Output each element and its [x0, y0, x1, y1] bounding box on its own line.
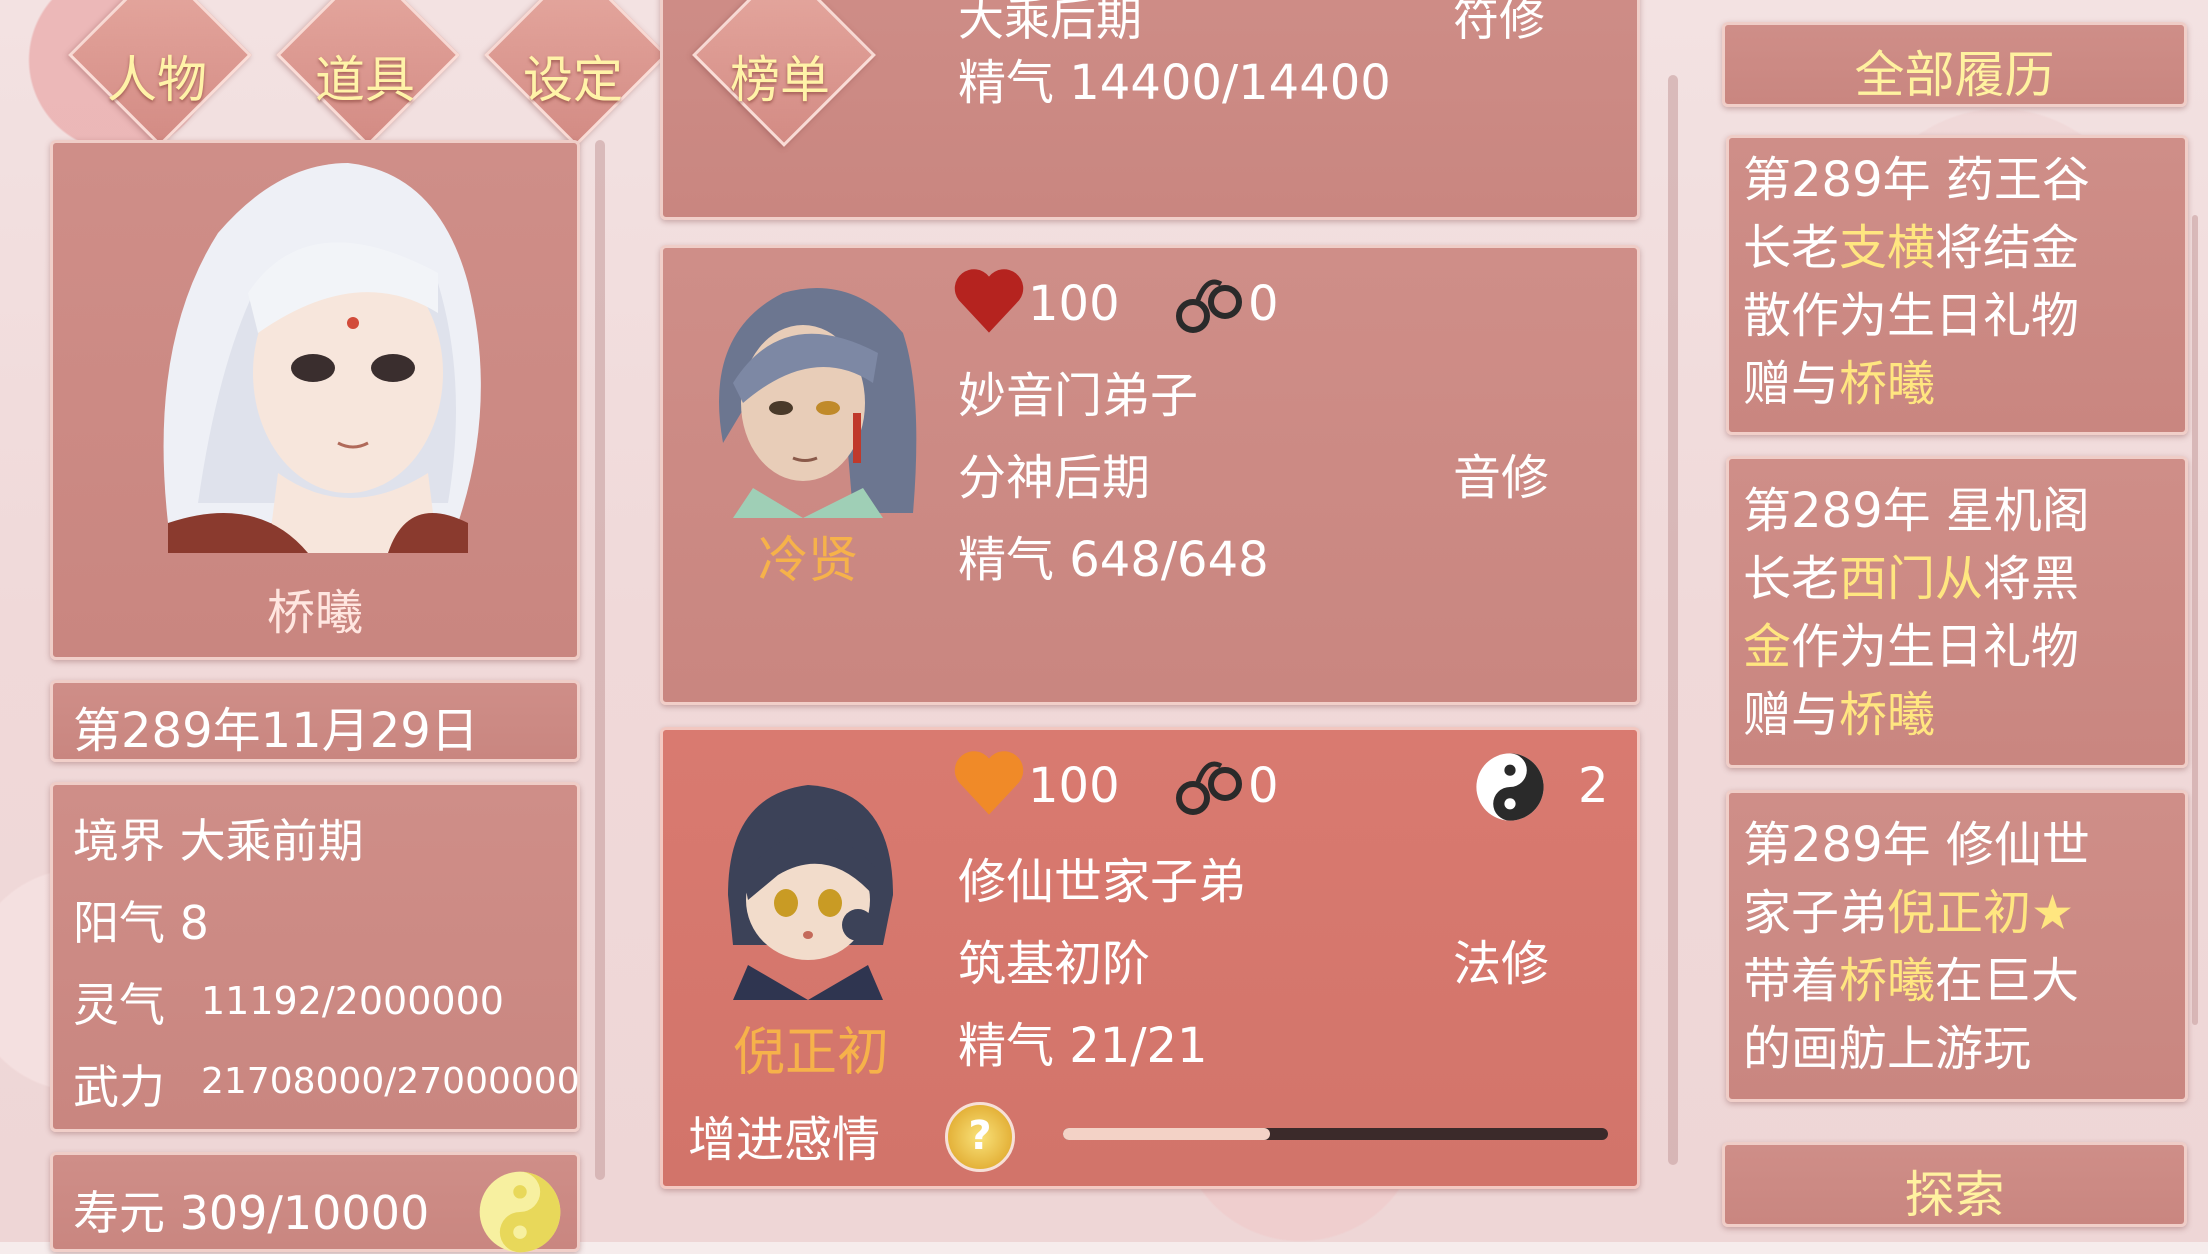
- character-jingqi: 精气 648/648: [958, 532, 1269, 588]
- heart-icon: [954, 269, 1024, 333]
- player-portrait-panel[interactable]: 桥曦: [50, 140, 580, 660]
- history-line: 第289年 星机阁: [1743, 483, 2090, 539]
- character-school: 音修: [1453, 450, 1550, 506]
- history-line: 家子弟倪正初★: [1743, 885, 2075, 941]
- character-name: 倪正初: [733, 1023, 890, 1083]
- wuli-label: 武力: [73, 1060, 165, 1114]
- bond-value: 0: [1248, 758, 1279, 814]
- affection-progress-fill: [1063, 1128, 1271, 1140]
- lifespan-stat: 寿元 309/10000: [73, 1186, 430, 1240]
- increase-affection-label: 增进感情: [688, 1112, 881, 1168]
- history-line: 第289年 药王谷: [1743, 152, 2090, 208]
- history-entry: 第289年 药王谷 长老支横将结金 散作为生日礼物 赠与桥曦: [1726, 135, 2188, 435]
- lingqi-value: 11192/2000000: [201, 979, 504, 1023]
- history-line: 散作为生日礼物: [1743, 288, 2080, 344]
- wuli-value: 21708000/27000000: [201, 1061, 580, 1102]
- explore-button-label: 探索: [1904, 1166, 2005, 1224]
- character-title: 修仙世家子弟: [958, 854, 1247, 910]
- stats-panel: 境界 大乘前期 阳气 8 灵气 11192/2000000 武力 2170800…: [50, 782, 580, 1132]
- history-line: 赠与桥曦: [1743, 356, 1936, 412]
- lifespan-panel: 寿元 309/10000: [50, 1152, 580, 1253]
- yinyang-count: 2: [1578, 758, 1609, 814]
- history-header-button[interactable]: 全部履历: [1722, 22, 2187, 107]
- history-entry: 第289年 星机阁 长老西门从将黑 金作为生日礼物 赠与桥曦: [1726, 456, 2188, 768]
- affection-value: 100: [1028, 276, 1120, 332]
- left-scrollbar[interactable]: [595, 140, 605, 1180]
- tab-items-label: 道具: [315, 51, 415, 109]
- character-realm: 分神后期: [958, 450, 1151, 506]
- affection-progress-track: [1063, 1128, 1608, 1140]
- history-line: 金作为生日礼物: [1743, 619, 2080, 675]
- history-line: 的画舫上游玩: [1743, 1021, 2032, 1077]
- card-jingqi: 精气 14400/14400: [958, 55, 1391, 111]
- character-realm: 筑基初阶: [958, 936, 1151, 992]
- history-scrollbar[interactable]: [2192, 215, 2198, 1025]
- help-button[interactable]: ?: [945, 1102, 1015, 1172]
- player-name: 桥曦: [266, 585, 363, 641]
- tab-characters-label: 人物: [107, 51, 207, 109]
- character-portrait: [728, 785, 893, 1000]
- character-jingqi: 精气 21/21: [958, 1018, 1208, 1074]
- history-entry: 第289年 修仙世 家子弟倪正初★ 带着桥曦在巨大 的画舫上游玩: [1726, 790, 2188, 1102]
- character-title: 妙音门弟子: [958, 368, 1199, 424]
- history-line: 长老支横将结金: [1743, 220, 2080, 276]
- heart-icon: [954, 751, 1024, 815]
- character-card-selected[interactable]: 倪正初 100 0 2 修仙世家子弟 筑基初阶 法修 精气 21/21 增进感情…: [660, 727, 1640, 1189]
- lingqi-label: 灵气: [73, 978, 165, 1032]
- history-line: 赠与桥曦: [1743, 687, 1936, 743]
- history-header-label: 全部履历: [1854, 46, 2055, 104]
- card-realm: 大乘后期: [958, 0, 1142, 46]
- game-date: 第289年11月29日: [73, 703, 479, 759]
- handcuffs-icon: [1176, 279, 1242, 333]
- tab-rankings-label: 榜单: [730, 51, 830, 109]
- character-school: 法修: [1453, 936, 1550, 992]
- question-icon: ?: [968, 1113, 992, 1159]
- yinyang-icon: [479, 1171, 561, 1253]
- date-panel: 第289年11月29日: [50, 680, 580, 762]
- explore-button[interactable]: 探索: [1722, 1142, 2187, 1227]
- character-card[interactable]: 冷贤 100 0 妙音门弟子 分神后期 音修 精气 648/648: [660, 245, 1640, 705]
- player-portrait: [163, 163, 481, 553]
- yinyang-icon: [1476, 753, 1544, 821]
- history-line: 带着桥曦在巨大: [1743, 953, 2080, 1009]
- yang-stat: 阳气 8: [73, 896, 209, 950]
- history-line: 长老西门从将黑: [1743, 551, 2080, 607]
- affection-value: 100: [1028, 758, 1120, 814]
- character-portrait: [719, 288, 917, 518]
- middle-scrollbar[interactable]: [1668, 75, 1678, 1165]
- card-school: 符修: [1453, 0, 1545, 46]
- bond-value: 0: [1248, 276, 1279, 332]
- character-name: 冷贤: [758, 531, 858, 589]
- tab-settings-label: 设定: [523, 51, 623, 109]
- realm-stat: 境界 大乘前期: [73, 814, 364, 868]
- history-line: 第289年 修仙世: [1743, 817, 2090, 873]
- handcuffs-icon: [1176, 761, 1242, 815]
